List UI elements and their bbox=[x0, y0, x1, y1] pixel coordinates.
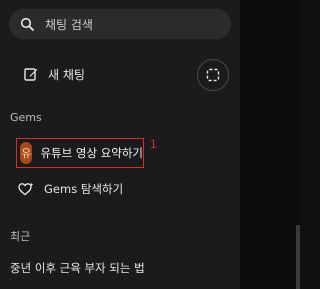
gem-item[interactable]: 유 유튜브 영상 요약하기 bbox=[16, 138, 144, 168]
search-bar[interactable]: 채팅 검색 bbox=[9, 9, 231, 39]
new-chat-label: 새 채팅 bbox=[48, 67, 85, 82]
dashed-square-icon bbox=[206, 68, 220, 82]
explore-gems-label: Gems 탐색하기 bbox=[44, 182, 124, 196]
recent-chat-label: 중년 이후 근육 부자 되는 법 bbox=[10, 261, 145, 275]
recent-chat-item[interactable]: 중년 이후 근육 부자 되는 법 bbox=[10, 258, 230, 278]
search-icon bbox=[19, 16, 35, 32]
edit-icon bbox=[24, 67, 38, 81]
gem-avatar: 유 bbox=[20, 142, 33, 164]
highlight-marker-number: 1 bbox=[150, 137, 157, 151]
gems-section-title: Gems bbox=[10, 111, 42, 124]
sidebar: 채팅 검색 새 채팅 Gems 유 유튜브 영상 요약하기 1 Gems 탐색하… bbox=[0, 0, 240, 289]
main-area-edge bbox=[240, 0, 300, 289]
heart-sparkle-icon bbox=[18, 182, 34, 196]
dashed-square-button[interactable] bbox=[197, 59, 229, 91]
gem-item-label: 유튜브 영상 요약하기 bbox=[40, 146, 143, 160]
search-placeholder: 채팅 검색 bbox=[45, 17, 93, 32]
new-chat-button[interactable]: 새 채팅 bbox=[10, 60, 180, 88]
explore-gems-button[interactable]: Gems 탐색하기 bbox=[18, 178, 178, 200]
scrollbar[interactable] bbox=[296, 225, 300, 289]
recent-section-title: 최근 bbox=[10, 230, 31, 243]
